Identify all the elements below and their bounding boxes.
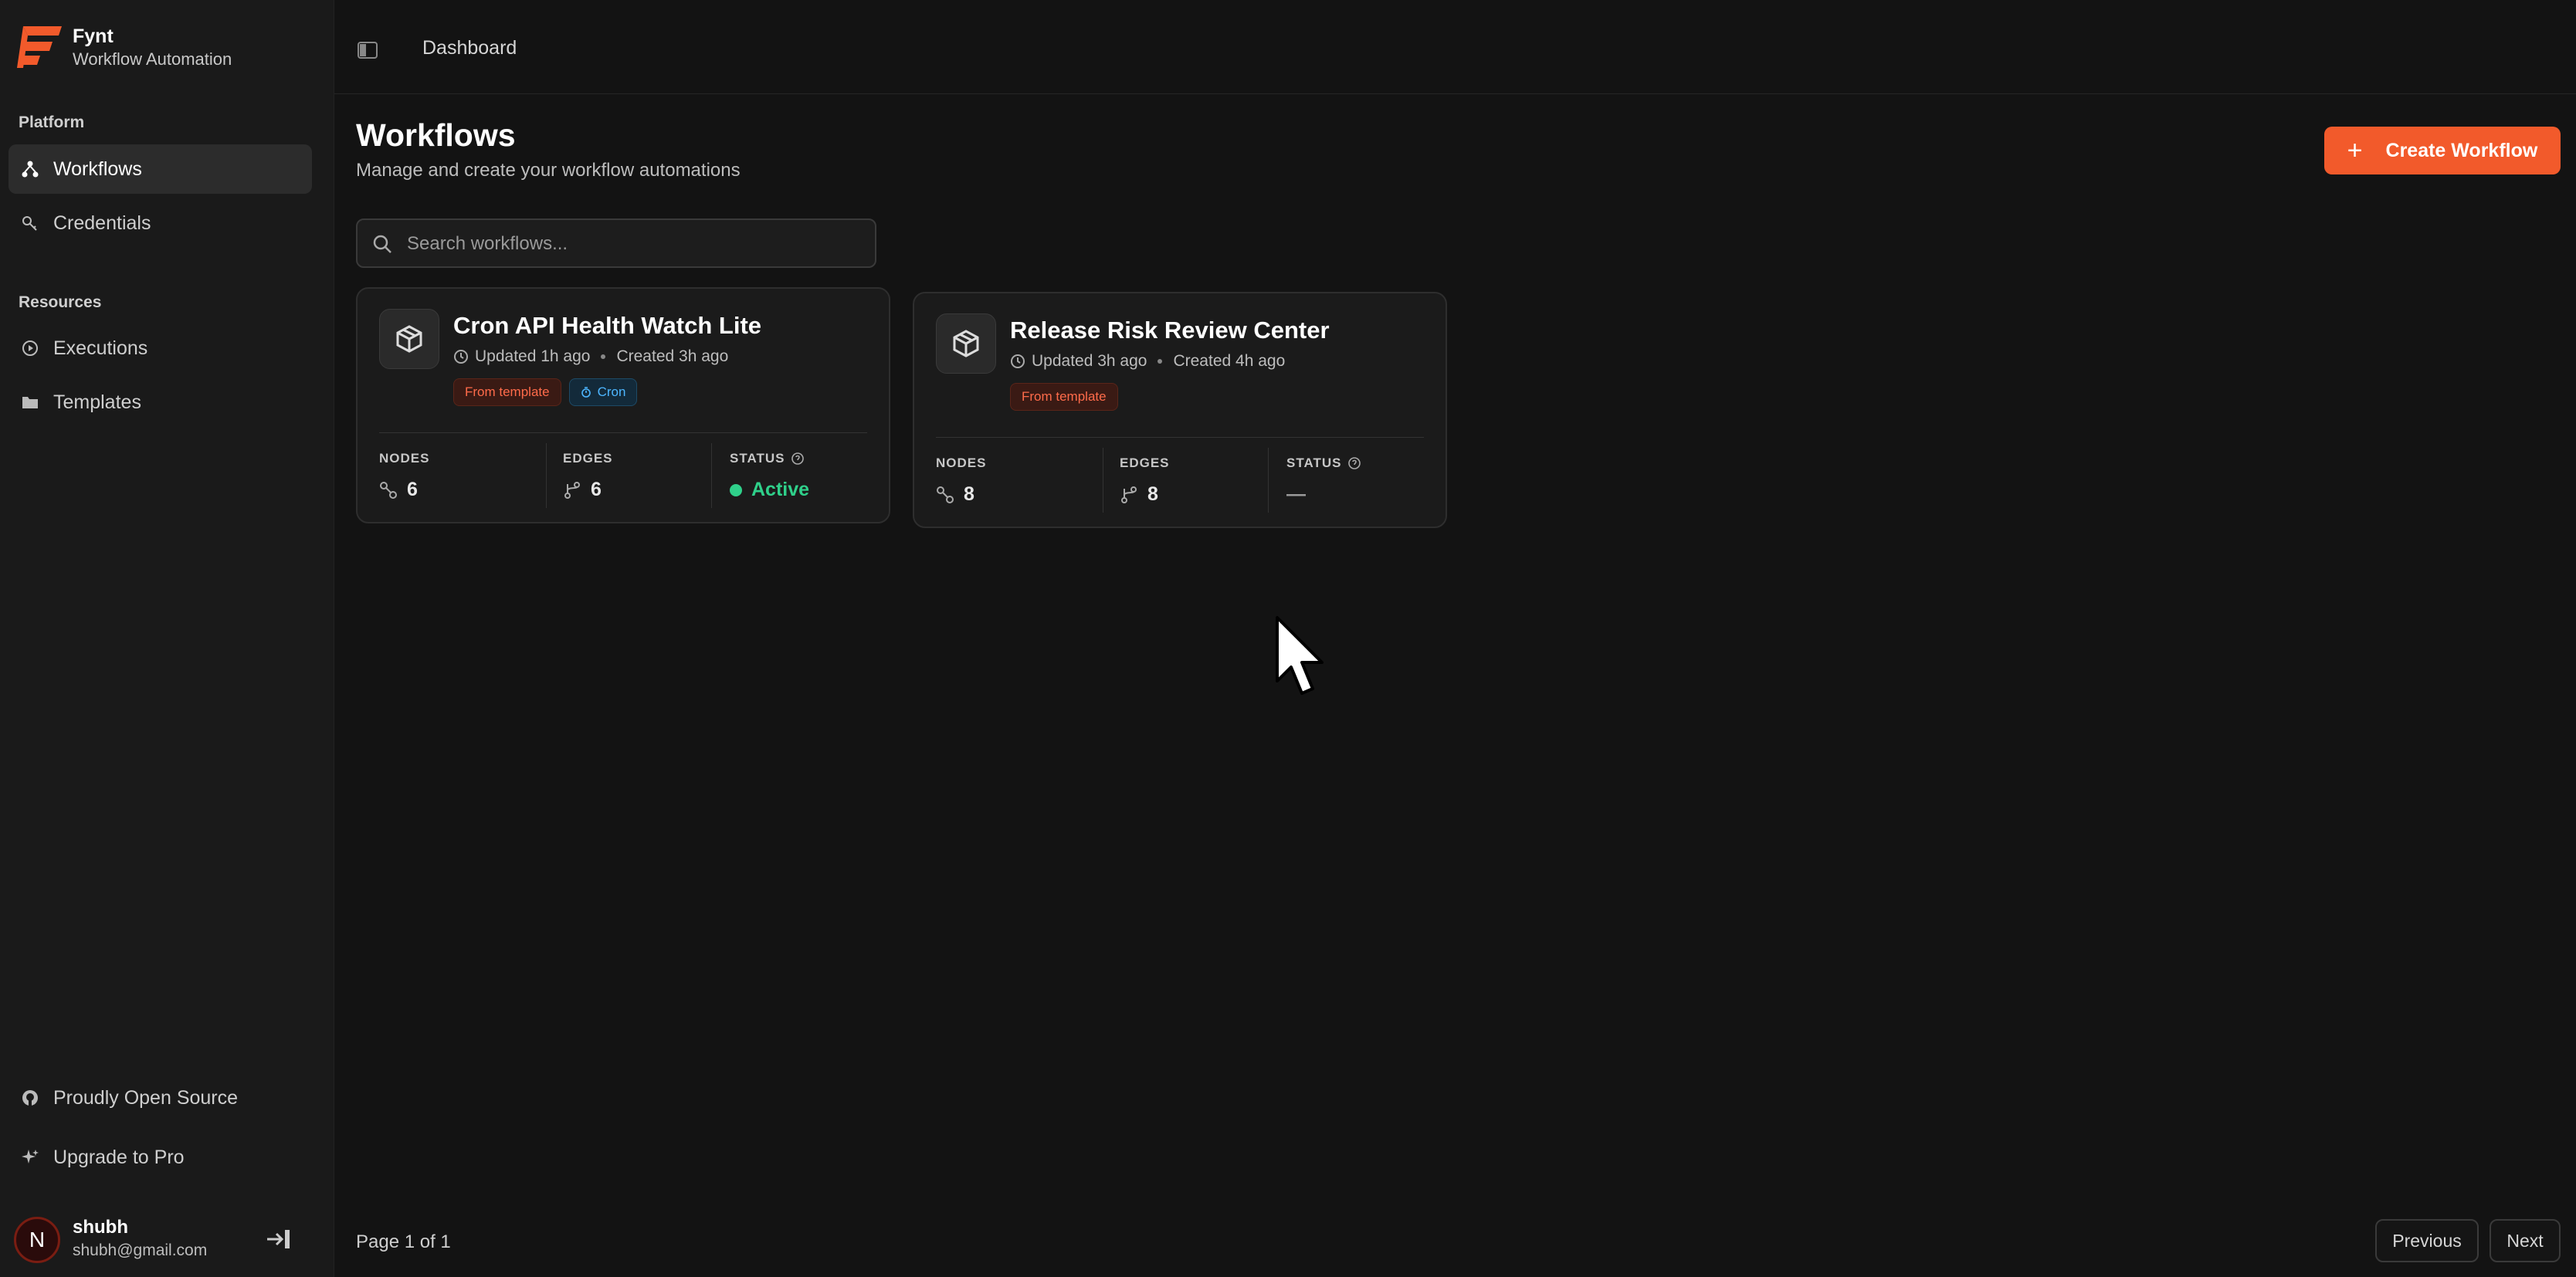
- breadcrumb[interactable]: Dashboard: [422, 37, 517, 59]
- next-button[interactable]: Next: [2490, 1219, 2561, 1262]
- sidebar-item-upgrade[interactable]: Upgrade to Pro: [8, 1133, 312, 1182]
- sidebar-item-label: Executions: [53, 337, 148, 359]
- workflow-meta: Updated 3h ago Created 4h ago: [1010, 352, 1285, 371]
- updated-time: Updated 1h ago: [475, 347, 591, 365]
- sparkle-icon: [22, 1150, 39, 1164]
- status-stat: STATUS Active: [730, 451, 809, 510]
- avatar: N: [14, 1217, 60, 1263]
- timer-icon: [581, 387, 591, 398]
- sidebar-item-label: Credentials: [53, 212, 151, 234]
- nodes-count: 8: [964, 483, 974, 505]
- branch-icon: [564, 481, 580, 499]
- nodes-label: NODES: [379, 451, 430, 466]
- separator-dot: [1158, 359, 1163, 364]
- sidebar-toggle-icon[interactable]: [358, 42, 378, 59]
- github-icon: [22, 1090, 38, 1106]
- folder-icon: [22, 397, 38, 408]
- workflow-card[interactable]: Cron API Health Watch Lite Updated 1h ag…: [356, 287, 890, 523]
- play-circle-icon: [22, 340, 38, 356]
- create-workflow-button[interactable]: + Create Workflow: [2324, 127, 2561, 174]
- brand-name: Fynt: [73, 25, 114, 47]
- sidebar-item-credentials[interactable]: Credentials: [8, 198, 312, 248]
- cron-badge-label: Cron: [597, 384, 626, 399]
- created-time: Created 4h ago: [1173, 352, 1286, 370]
- mouse-cursor-icon: [1276, 616, 1324, 695]
- nodes-label: NODES: [936, 456, 987, 470]
- sidebar-item-label: Proudly Open Source: [53, 1086, 239, 1109]
- top-bar: Dashboard: [334, 0, 2576, 94]
- create-workflow-label: Create Workflow: [2385, 139, 2538, 161]
- help-icon[interactable]: [1347, 456, 1361, 470]
- previous-button[interactable]: Previous: [2375, 1219, 2479, 1262]
- workflow-card[interactable]: Release Risk Review Center Updated 3h ag…: [913, 292, 1447, 528]
- clock-icon: [1011, 354, 1025, 368]
- package-icon: [379, 309, 439, 369]
- edges-count: 6: [591, 479, 602, 500]
- status-label: STATUS: [730, 451, 785, 466]
- edges-stat: EDGES 8: [1120, 456, 1170, 514]
- search-box: [356, 218, 876, 268]
- page-subtitle: Manage and create your workflow automati…: [356, 160, 741, 181]
- brand-subtitle: Workflow Automation: [73, 49, 232, 69]
- sidebar-item-executions[interactable]: Executions: [8, 323, 312, 373]
- workflow-title[interactable]: Cron API Health Watch Lite: [453, 312, 761, 340]
- page-title: Workflows: [356, 117, 516, 153]
- edges-stat: EDGES 6: [563, 451, 613, 510]
- sidebar-item-label: Upgrade to Pro: [53, 1146, 185, 1168]
- sidebar-item-templates[interactable]: Templates: [8, 378, 312, 427]
- card-divider: [936, 437, 1424, 438]
- card-divider: [379, 432, 867, 433]
- sidebar-item-workflows[interactable]: Workflows: [8, 144, 312, 194]
- package-icon: [936, 313, 996, 374]
- nodes-stat: NODES 8: [936, 456, 986, 514]
- status-value: —: [1286, 483, 1306, 505]
- edges-count: 8: [1147, 483, 1158, 505]
- user-email: shubh@gmail.com: [73, 1241, 208, 1259]
- stat-divider: [546, 443, 547, 508]
- key-icon: [22, 216, 37, 231]
- from-template-badge: From template: [1010, 383, 1118, 411]
- stat-divider: [1268, 448, 1269, 513]
- plus-icon: +: [2347, 136, 2363, 165]
- workflow-title[interactable]: Release Risk Review Center: [1010, 317, 1330, 344]
- stat-divider: [711, 443, 712, 508]
- status-label: STATUS: [1286, 456, 1342, 470]
- sidebar-item-open-source[interactable]: Proudly Open Source: [8, 1073, 312, 1123]
- workflow-meta: Updated 1h ago Created 3h ago: [453, 347, 728, 366]
- section-label-resources: Resources: [19, 293, 102, 311]
- nodes-stat: NODES 6: [379, 451, 429, 510]
- cron-badge: Cron: [568, 378, 638, 406]
- user-name: shubh: [73, 1217, 128, 1238]
- brand[interactable]: Fynt Workflow Automation: [17, 23, 232, 71]
- from-template-badge: From template: [453, 378, 561, 406]
- sidebar: Fynt Workflow Automation Platform Workfl…: [0, 0, 334, 1277]
- section-label-platform: Platform: [19, 113, 85, 131]
- user-menu[interactable]: N shubh shubh@gmail.com: [11, 1214, 320, 1266]
- nodes-count: 6: [407, 479, 418, 500]
- status-stat: STATUS —: [1286, 456, 1361, 514]
- workflow-icon: [22, 161, 39, 178]
- nodes-icon: [380, 481, 397, 499]
- branch-icon: [1121, 486, 1137, 503]
- updated-time: Updated 3h ago: [1032, 352, 1147, 370]
- page-indicator: Page 1 of 1: [356, 1231, 451, 1252]
- created-time: Created 3h ago: [616, 347, 729, 365]
- help-icon[interactable]: [791, 452, 805, 466]
- separator-dot: [601, 354, 606, 359]
- status-value: Active: [751, 479, 810, 500]
- edges-label: EDGES: [1120, 456, 1170, 470]
- clock-icon: [454, 350, 468, 364]
- edges-label: EDGES: [563, 451, 613, 466]
- nodes-icon: [937, 486, 954, 503]
- status-dot: [730, 483, 742, 496]
- search-input[interactable]: [405, 220, 864, 268]
- sidebar-item-label: Workflows: [53, 158, 142, 180]
- sidebar-item-label: Templates: [53, 391, 141, 413]
- search-icon: [373, 235, 391, 253]
- logout-icon[interactable]: [266, 1228, 292, 1251]
- fynt-logo: [17, 26, 62, 68]
